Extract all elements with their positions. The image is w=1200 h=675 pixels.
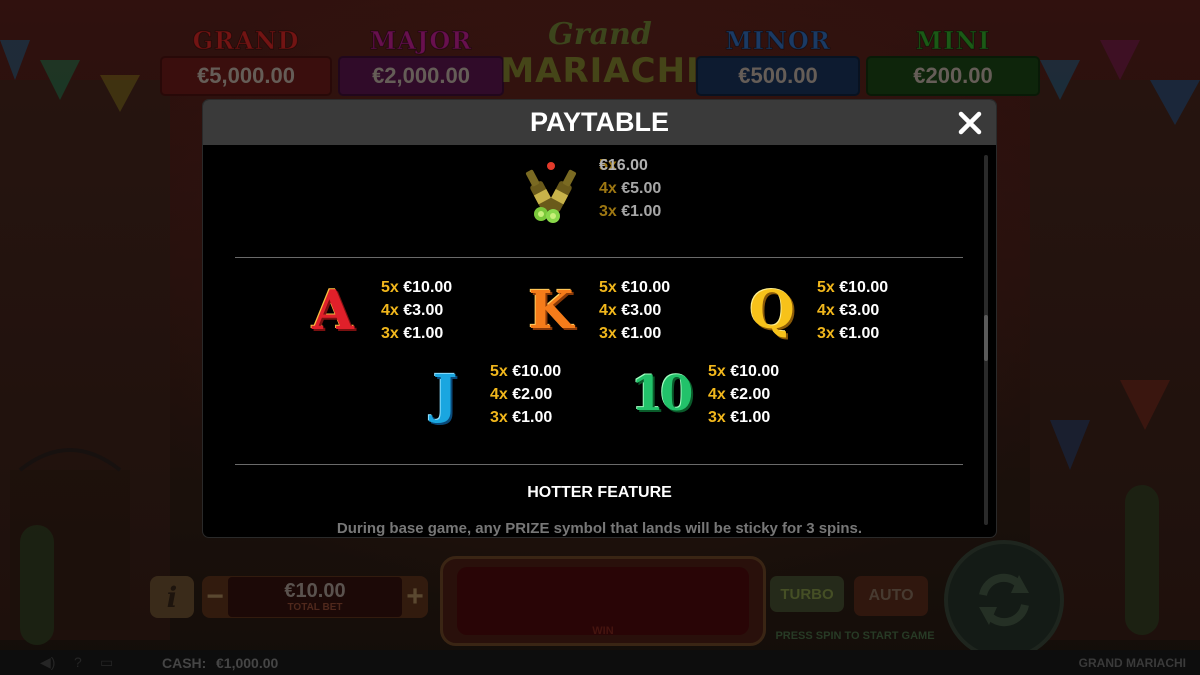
pay-value: €1.00 [621,325,662,342]
symbol-j-icon: J [432,363,458,425]
beer-bottles-icon [521,160,581,224]
pay-count: 4x [817,302,835,319]
pay-value: €1.00 [512,409,553,426]
section-divider [235,464,963,465]
pay-line: 5x €10.00 [490,360,561,383]
pay-count: 3x [490,409,508,426]
pay-count: 5x [381,279,399,296]
pay-value: €10.00 [512,363,562,380]
pay-count: 3x [599,325,617,342]
pay-count: 5x [817,279,835,296]
pay-value: €1.00 [730,409,771,426]
pay-value: €3.00 [839,302,880,319]
symbol-k-icon: K [528,279,574,341]
pay-line: 4x €3.00 [381,299,452,322]
pay-value: €10.00 [403,279,453,296]
pay-line: 5x €10.00 [708,360,779,383]
pay-line: 5x €10.00 [381,276,452,299]
pay-line: 4x €3.00 [817,299,888,322]
paytable-title: PAYTABLE [529,107,670,137]
close-icon [958,111,982,135]
pay-line: 3x €1.00 [381,322,452,345]
pay-count: 5x [599,279,617,296]
pay-count: 5x [490,363,508,380]
pay-count: 5x [708,363,726,380]
pay-count: 4x [708,386,726,403]
pay-count: 3x [708,409,726,426]
pay-value: €2.00 [512,386,553,403]
pay-value: €10.00 [839,279,889,296]
scrollbar-thumb[interactable] [984,315,988,361]
pay-line: 5x €10.00 [817,276,888,299]
feature-description: During base game, any PRIZE symbol that … [336,520,863,537]
symbol-10-paytable: 5x €10.00 4x €2.00 3x €1.00 [708,360,779,429]
close-button[interactable] [953,106,987,140]
paytable-scrollbar[interactable] [984,155,988,525]
section-divider [235,257,963,258]
pay-line: 3x €1.00 [490,406,561,429]
pay-line: 3x €1.00 [599,322,670,345]
symbol-q-icon: Q [749,279,795,341]
pay-line: 5x €10.00 [599,276,670,299]
symbol-10-icon: 10 [630,366,694,422]
symbol-q-paytable: 5x €10.00 4x €3.00 3x €1.00 [817,276,888,345]
pay-value: €1.00 [403,325,444,342]
pay-count: 3x [381,325,399,342]
pay-count: 3x [817,325,835,342]
pay-line: 4x €2.00 [708,383,779,406]
premium-paytable: 5x €16.00 4x €5.00 3x €1.00 [599,154,662,223]
feature-title: HOTTER FEATURE [527,484,672,501]
symbol-a-icon: A [312,278,354,342]
pay-value: €3.00 [403,302,444,319]
pay-count: 4x [599,302,617,319]
pay-value: €3.00 [621,302,662,319]
paytable-header: PAYTABLE [203,100,996,145]
pay-line: 4x €3.00 [599,299,670,322]
pay-line: 5x €16.00 [599,154,662,223]
pay-count: 4x [381,302,399,319]
symbol-j-paytable: 5x €10.00 4x €2.00 3x €1.00 [490,360,561,429]
pay-value: €2.00 [730,386,771,403]
pay-count: 4x [490,386,508,403]
symbol-k-paytable: 5x €10.00 4x €3.00 3x €1.00 [599,276,670,345]
pay-value: €16.00 [599,154,662,223]
pay-line: 3x €1.00 [817,322,888,345]
symbol-a-paytable: 5x €10.00 4x €3.00 3x €1.00 [381,276,452,345]
paytable-dialog: PAYTABLE 5x €16.00 4x €5.00 3x €1.00 A 5… [203,100,996,537]
pay-value: €1.00 [839,325,880,342]
pay-line: 4x €2.00 [490,383,561,406]
pay-value: €10.00 [621,279,671,296]
pay-value: €10.00 [730,363,780,380]
pay-line: 3x €1.00 [708,406,779,429]
